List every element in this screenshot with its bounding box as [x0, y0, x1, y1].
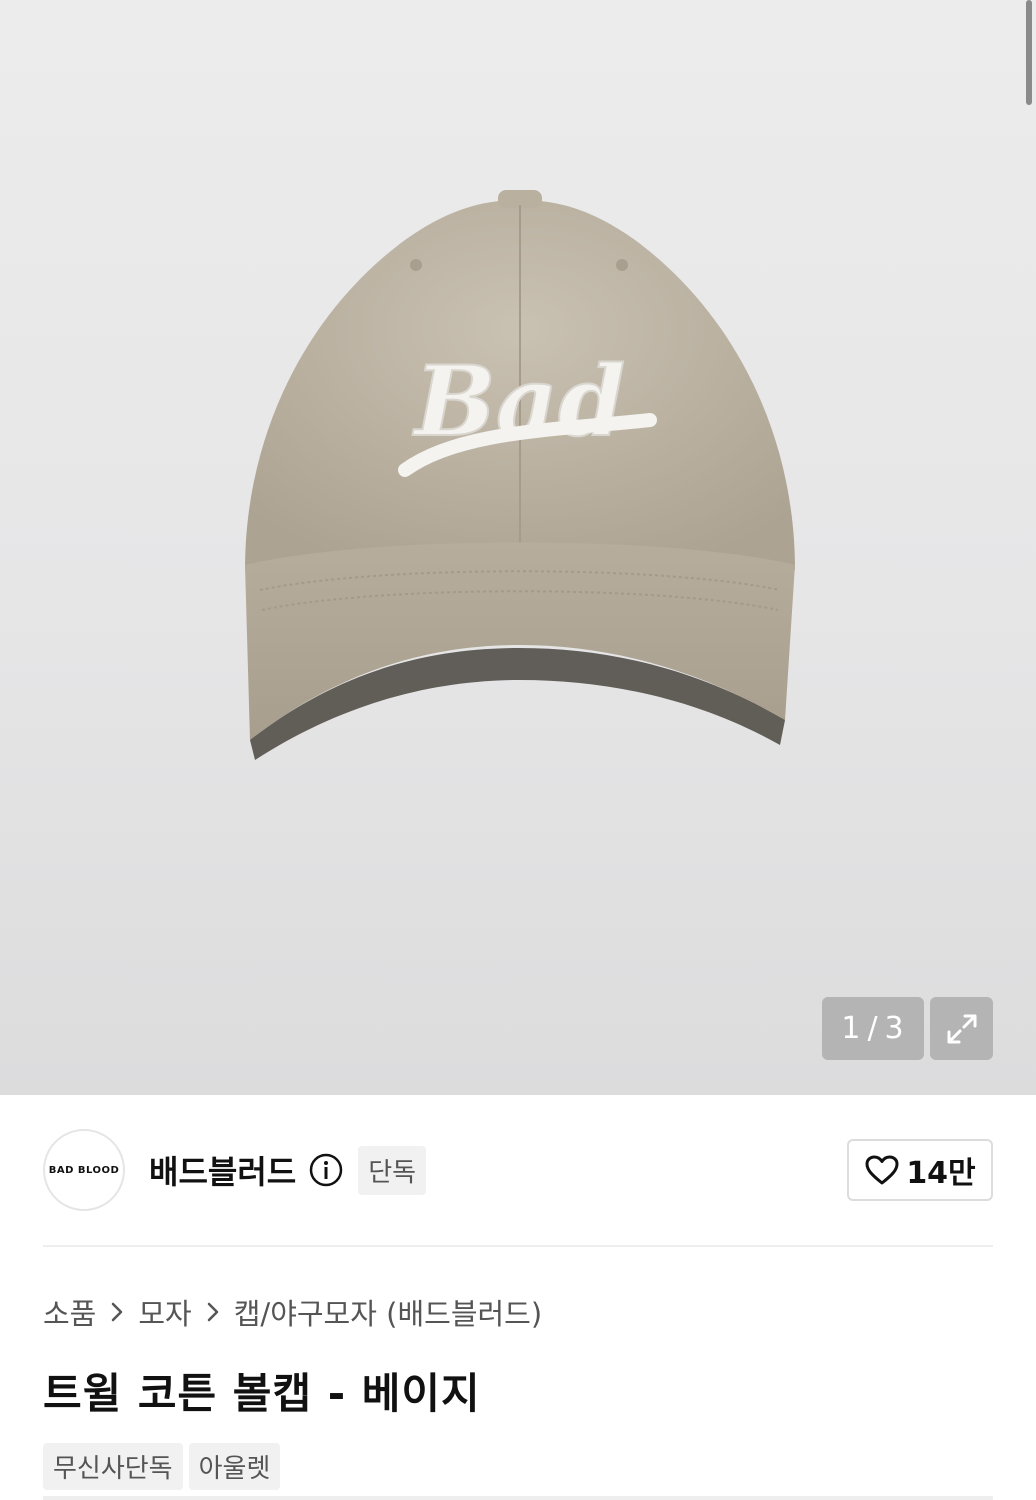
like-button[interactable]: 14만 — [847, 1139, 993, 1201]
divider — [43, 1245, 993, 1247]
pager-separator: / — [867, 1011, 879, 1046]
product-title: 트윌 코튼 볼캡 - 베이지 — [43, 1369, 481, 1418]
breadcrumb-item-accessories[interactable]: 소품 — [43, 1291, 96, 1333]
breadcrumb-item-caps[interactable]: 캡/야구모자 (배드블러드) — [234, 1291, 542, 1333]
chevron-right-icon — [206, 1301, 220, 1323]
exclusive-badge: 단독 — [358, 1145, 427, 1195]
product-image-gallery[interactable]: Bad 1 / 3 — [0, 0, 1036, 1095]
breadcrumb-item-hats[interactable]: 모자 — [138, 1291, 191, 1333]
info-icon[interactable] — [308, 1152, 344, 1188]
expand-button[interactable] — [930, 997, 993, 1060]
product-tags: 무신사단독 아울렛 — [43, 1443, 281, 1490]
brand-row: BAD BLOOD 배드블러드 단독 14만 — [43, 1128, 993, 1212]
brand-logo-text: BAD BLOOD — [48, 1164, 120, 1176]
svg-text:Bad: Bad — [412, 345, 625, 458]
image-pager: 1 / 3 — [822, 997, 924, 1060]
breadcrumb: 소품 모자 캡/야구모자 (배드블러드) — [43, 1290, 542, 1334]
pager-total: 3 — [884, 1011, 905, 1046]
expand-icon — [947, 1014, 976, 1043]
brand-logo[interactable]: BAD BLOOD — [43, 1129, 125, 1211]
section-divider — [43, 1496, 993, 1500]
scrollbar[interactable] — [1026, 0, 1032, 105]
heart-icon — [865, 1155, 899, 1185]
tag-musinsa-exclusive: 무신사단독 — [43, 1443, 183, 1490]
brand-name[interactable]: 배드블러드 — [149, 1147, 296, 1193]
product-image-cap: Bad — [245, 190, 795, 760]
pager-current: 1 — [841, 1011, 862, 1046]
like-count: 14만 — [906, 1156, 976, 1191]
tag-outlet: 아울렛 — [188, 1443, 281, 1490]
chevron-right-icon — [110, 1301, 124, 1323]
